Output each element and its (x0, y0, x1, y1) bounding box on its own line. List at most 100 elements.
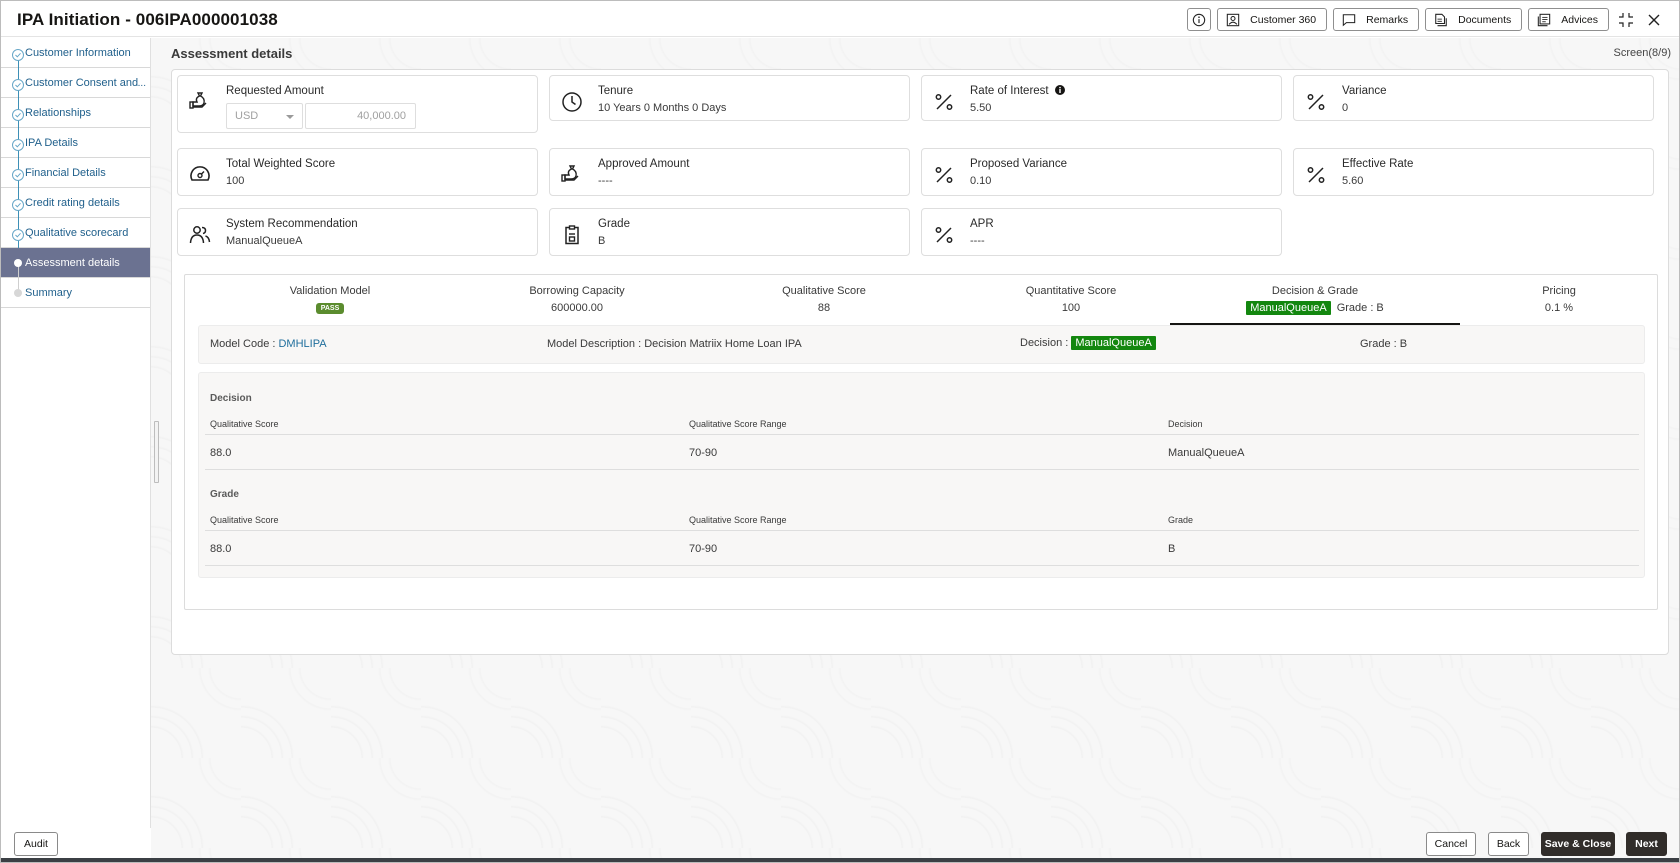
apr-label: APR (970, 218, 994, 230)
total-weighted-score-label: Total Weighted Score (226, 158, 336, 170)
rate-of-interest-label: Rate of Interest (970, 85, 1065, 97)
percent-icon (935, 167, 953, 183)
sidebar-step-ipa-details[interactable]: IPA Details (1, 128, 150, 173)
decision-grade-rules: Decision Qualitative Score Qualitative S… (198, 372, 1645, 578)
documents-label: Documents (1458, 13, 1512, 26)
check-circle-icon (12, 78, 24, 91)
column-header: Qualitative Score Range (689, 515, 787, 525)
clock-icon (562, 92, 582, 112)
sidebar-step-financial-details[interactable]: Financial Details (1, 158, 150, 203)
gauge-icon (190, 166, 210, 181)
sidebar-step-relationships[interactable]: Relationships (1, 98, 150, 143)
table-cell: 70-90 (689, 543, 718, 555)
main-content: Assessment details Screen(8/9) Requested… (171, 38, 1671, 818)
sidebar-step-credit-rating-details[interactable]: Credit rating details (1, 188, 150, 233)
clipboard-icon (565, 225, 579, 245)
sidebar-step-assessment-details[interactable]: Assessment details (1, 248, 150, 293)
sidebar-step-label: Customer Information (25, 46, 131, 59)
money-bag-hand-icon (561, 165, 579, 182)
info-button[interactable] (1187, 8, 1212, 31)
grade-table-title: Grade (210, 489, 239, 500)
close-button[interactable] (1643, 9, 1665, 31)
minimize-window-button[interactable] (1615, 9, 1637, 31)
variance-label: Variance (1342, 85, 1387, 97)
remarks-button[interactable]: Remarks (1333, 8, 1420, 31)
users-icon (189, 226, 211, 244)
sidebar-step-customer-information[interactable]: Customer Information (1, 38, 150, 83)
apr-value: ---- (970, 235, 985, 247)
tenure-label: Tenure (598, 85, 634, 97)
step-dot-icon (14, 258, 22, 267)
effective-rate-card: Effective Rate 5.60 (1293, 148, 1654, 196)
sidebar-resize-handle[interactable] (154, 421, 159, 483)
effective-rate-label: Effective Rate (1342, 158, 1414, 170)
cancel-button[interactable]: Cancel (1426, 832, 1476, 856)
sidebar-step-label: Qualitative scorecard (25, 226, 129, 239)
assessment-panel: Requested Amount USD 40,000.00 Tenure 10… (171, 69, 1669, 655)
table-cell: 70-90 (689, 447, 718, 459)
grade-table: Qualitative Score Qualitative Score Rang… (205, 503, 1639, 566)
total-weighted-score-card: Total Weighted Score 100 (177, 148, 538, 196)
audit-button[interactable]: Audit (14, 832, 58, 856)
tab-value: 0.1 % (1544, 302, 1574, 314)
approved-amount-value: ---- (598, 175, 613, 187)
table-header: Qualitative Score Qualitative Score Rang… (205, 503, 1639, 531)
footer-bar: Audit Cancel Back Save & Close Next (1, 828, 1679, 860)
sidebar-step-label: Relationships (25, 106, 92, 119)
advices-label: Advices (1561, 13, 1598, 26)
model-decision: Decision : ManualQueueA (1020, 336, 1156, 350)
info-filled-icon[interactable] (1054, 85, 1065, 95)
decision-table: Qualitative Score Qualitative Score Rang… (205, 407, 1639, 470)
page-title: IPA Initiation - 006IPA000001038 (17, 10, 278, 29)
percent-icon (935, 227, 953, 243)
money-bag-hand-icon (189, 92, 207, 109)
percent-icon (1307, 167, 1325, 183)
overflow-ellipsis: ... (137, 78, 146, 89)
rate-of-interest-text: Rate of Interest (970, 85, 1049, 97)
customer-360-button[interactable]: Customer 360 (1217, 8, 1328, 31)
advices-button[interactable]: Advices (1528, 8, 1609, 31)
back-button[interactable]: Back (1488, 832, 1529, 856)
requested-amount-input[interactable]: 40,000.00 (305, 103, 416, 129)
currency-select[interactable]: USD (226, 103, 303, 129)
column-header: Qualitative Score (210, 515, 279, 525)
sidebar-step-customer-consent-and[interactable]: Customer Consent and... (1, 68, 150, 113)
percent-icon (1307, 94, 1325, 110)
column-header: Grade (1168, 515, 1194, 525)
chevron-down-icon (286, 115, 294, 119)
sidebar-step-label: Financial Details (25, 166, 106, 179)
pass-badge: PASS (315, 302, 345, 314)
sidebar-step-qualitative-scorecard[interactable]: Qualitative scorecard (1, 218, 150, 263)
sidebar-step-summary[interactable]: Summary (1, 278, 150, 308)
table-row: 88.0 70-90 B (205, 531, 1639, 566)
grade-value: B (598, 235, 606, 247)
bottom-strip (1, 858, 1679, 862)
next-button[interactable]: Next (1626, 832, 1667, 856)
customer-profile-icon (1226, 13, 1240, 26)
requested-amount-label: Requested Amount (226, 85, 324, 97)
section-title: Assessment details (171, 46, 293, 61)
tab-pricing[interactable]: Pricing 0.1 % (1414, 285, 1680, 315)
approved-amount-label: Approved Amount (598, 158, 690, 170)
model-description: Model Description : Decision Matriix Hom… (547, 338, 802, 350)
total-weighted-score-value: 100 (226, 175, 245, 187)
system-recommendation-value: ManualQueueA (226, 235, 303, 247)
documents-button[interactable]: Documents (1425, 8, 1523, 31)
percent-icon (935, 94, 953, 110)
table-cell: 88.0 (210, 447, 232, 459)
sidebar-step-label: Customer Consent and (25, 76, 139, 89)
variance-card: Variance 0 (1293, 75, 1654, 121)
tenure-value: 10 Years 0 Months 0 Days (598, 102, 727, 114)
model-code-label: Model Code : (210, 338, 279, 350)
model-code-link[interactable]: DMHLIPA (278, 338, 326, 350)
grade-label: Grade (598, 218, 630, 230)
apr-card: APR ---- (921, 208, 1282, 256)
check-circle-icon (12, 198, 24, 211)
document-icon (1435, 13, 1447, 26)
step-dot-icon (14, 288, 22, 297)
model-code: Model Code : DMHLIPA (210, 338, 327, 350)
comment-icon (1342, 13, 1356, 26)
save-and-close-button[interactable]: Save & Close (1541, 832, 1615, 856)
decision-table-title: Decision (210, 393, 252, 404)
table-row: 88.0 70-90 ManualQueueA (205, 435, 1639, 470)
